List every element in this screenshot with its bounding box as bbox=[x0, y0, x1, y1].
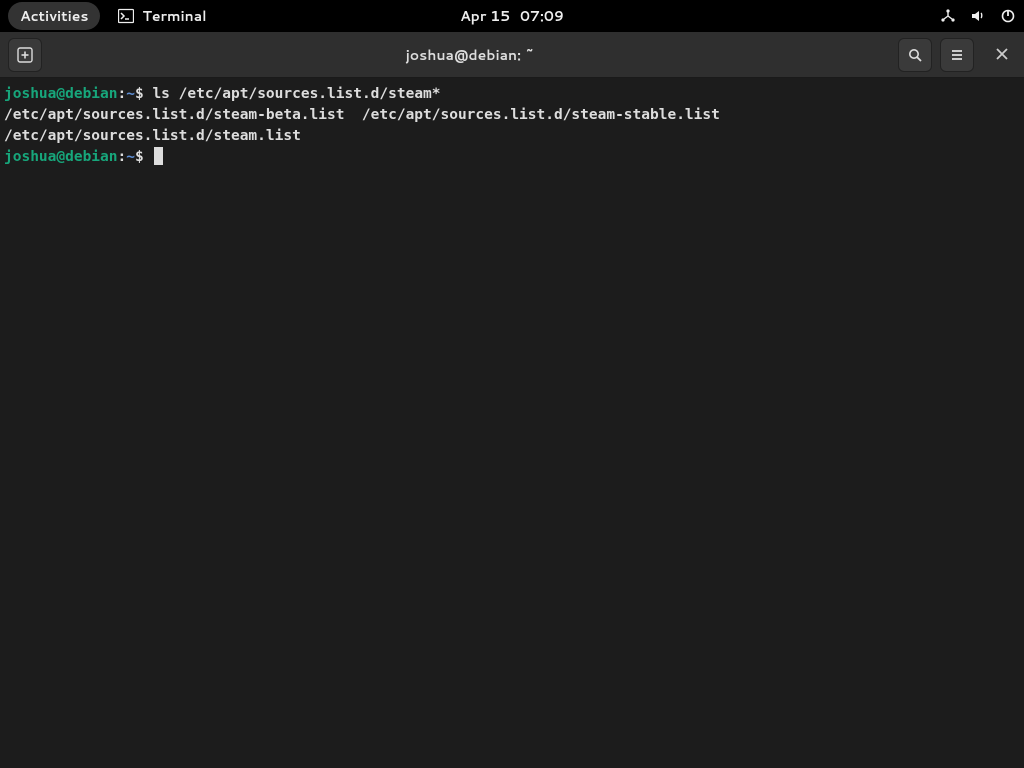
hamburger-menu-button[interactable] bbox=[940, 38, 974, 72]
close-icon bbox=[996, 43, 1008, 66]
gnome-topbar: Activities Terminal Apr 15 07:09 bbox=[0, 0, 1024, 32]
clock[interactable]: Apr 15 07:09 bbox=[460, 6, 564, 26]
new-tab-button[interactable] bbox=[8, 38, 42, 72]
terminal-line: joshua@debian:~$ ls /etc/apt/sources.lis… bbox=[4, 84, 1020, 105]
volume-icon[interactable] bbox=[970, 8, 986, 24]
power-icon[interactable] bbox=[1000, 8, 1016, 24]
current-app-indicator[interactable]: Terminal bbox=[118, 6, 206, 26]
cursor bbox=[154, 147, 163, 165]
network-icon[interactable] bbox=[940, 8, 956, 24]
window-title: joshua@debian: ~ bbox=[50, 45, 890, 65]
search-button[interactable] bbox=[898, 38, 932, 72]
terminal-output-area[interactable]: joshua@debian:~$ ls /etc/apt/sources.lis… bbox=[0, 78, 1024, 768]
terminal-line: /etc/apt/sources.list.d/steam.list bbox=[4, 126, 1020, 147]
system-tray bbox=[940, 8, 1016, 24]
terminal-app-icon bbox=[118, 8, 134, 24]
terminal-line: /etc/apt/sources.list.d/steam-beta.list … bbox=[4, 105, 1020, 126]
activities-button[interactable]: Activities bbox=[8, 2, 100, 30]
clock-time: 07:09 bbox=[520, 6, 564, 26]
clock-date: Apr 15 bbox=[460, 6, 510, 26]
current-app-label: Terminal bbox=[142, 6, 206, 26]
close-button[interactable] bbox=[988, 41, 1016, 69]
terminal-line: joshua@debian:~$ bbox=[4, 147, 1020, 168]
terminal-headerbar: joshua@debian: ~ bbox=[0, 32, 1024, 78]
